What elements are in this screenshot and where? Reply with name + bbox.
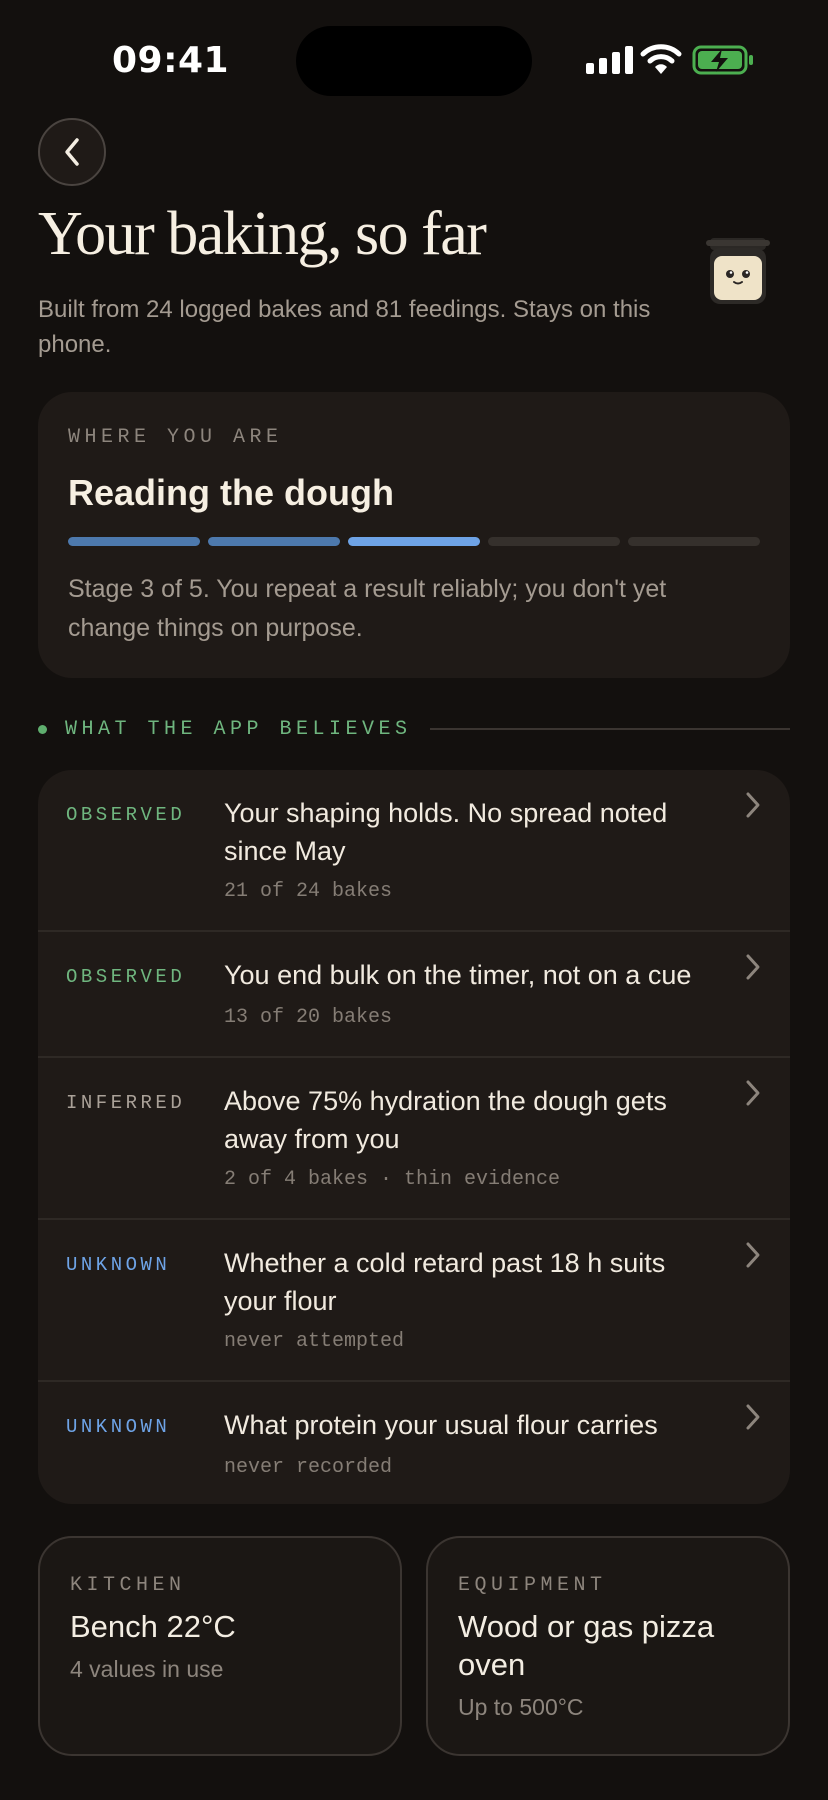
stage-progress-segment bbox=[488, 537, 620, 546]
stage-description: Stage 3 of 5. You repeat a result reliab… bbox=[68, 575, 667, 642]
chevron-right-icon bbox=[746, 1404, 760, 1430]
belief-claim: You end bulk on the timer, not on a cue bbox=[224, 960, 692, 990]
belief-row[interactable]: UNKNOWN Whether a cold retard past 18 h … bbox=[38, 1218, 790, 1380]
kitchen-eyebrow: KITCHEN bbox=[70, 1574, 186, 1597]
belief-tag: UNKNOWN bbox=[66, 1416, 171, 1438]
chevron-right-icon bbox=[746, 792, 760, 818]
chevron-right-icon bbox=[746, 1242, 760, 1268]
belief-claim: Above 75% hydration the dough gets away … bbox=[224, 1086, 667, 1154]
stage-eyebrow: WHERE YOU ARE bbox=[68, 426, 283, 449]
kitchen-note: 4 values in use bbox=[70, 1656, 224, 1682]
stage-card: WHERE YOU ARE Reading the dough Stage 3 … bbox=[38, 392, 790, 678]
chevron-left-icon bbox=[65, 138, 79, 166]
chevron-right-icon bbox=[746, 1080, 760, 1106]
status-time: 09:41 bbox=[112, 40, 230, 81]
equipment-value: Wood or gas pizza oven bbox=[458, 1609, 715, 1682]
starter-jar-icon bbox=[706, 238, 770, 304]
kitchen-value: Bench 22°C bbox=[70, 1609, 236, 1644]
belief-evidence: never attempted bbox=[224, 1330, 405, 1353]
battery-charging-icon bbox=[692, 45, 753, 75]
belief-tag: OBSERVED bbox=[66, 804, 186, 826]
belief-row[interactable]: OBSERVED Your shaping holds. No spread n… bbox=[38, 770, 790, 930]
belief-row[interactable]: OBSERVED You end bulk on the timer, not … bbox=[38, 930, 790, 1056]
wifi-icon bbox=[640, 44, 682, 74]
belief-tag: UNKNOWN bbox=[66, 1254, 171, 1276]
stage-progress-segment bbox=[628, 537, 760, 546]
belief-evidence: never recorded bbox=[224, 1456, 393, 1479]
kitchen-card[interactable]: KITCHEN Bench 22°C 4 values in use bbox=[38, 1536, 402, 1756]
belief-evidence: 21 of 24 bakes bbox=[224, 880, 393, 903]
stage-name: Reading the dough bbox=[68, 472, 394, 513]
chevron-right-icon bbox=[746, 954, 760, 980]
beliefs-list: OBSERVED Your shaping holds. No spread n… bbox=[38, 770, 790, 1504]
belief-row[interactable]: UNKNOWN What protein your usual flour ca… bbox=[38, 1380, 790, 1504]
belief-claim: Whether a cold retard past 18 h suits yo… bbox=[224, 1248, 666, 1316]
status-dot-icon bbox=[38, 724, 47, 734]
beliefs-section-header: WHAT THE APP BELIEVES bbox=[38, 712, 790, 746]
belief-claim: Your shaping holds. No spread noted sinc… bbox=[224, 798, 668, 866]
page-title: Your baking, so far bbox=[38, 200, 487, 268]
back-button[interactable] bbox=[38, 118, 106, 186]
stage-progress bbox=[68, 537, 760, 547]
belief-tag: INFERRED bbox=[66, 1092, 186, 1114]
belief-claim: What protein your usual flour carries bbox=[224, 1410, 658, 1440]
stage-progress-segment bbox=[68, 537, 200, 546]
belief-tag: OBSERVED bbox=[66, 966, 186, 988]
equipment-card[interactable]: EQUIPMENT Wood or gas pizza oven Up to 5… bbox=[426, 1536, 790, 1756]
stage-progress-segment bbox=[208, 537, 340, 546]
equipment-eyebrow: EQUIPMENT bbox=[458, 1574, 607, 1597]
dynamic-island bbox=[296, 26, 532, 96]
status-bar: 09:41 bbox=[0, 0, 828, 110]
equipment-note: Up to 500°C bbox=[458, 1694, 584, 1720]
belief-evidence: 2 of 4 bakes · thin evidence bbox=[224, 1168, 561, 1191]
beliefs-section-label: WHAT THE APP BELIEVES bbox=[65, 717, 412, 741]
belief-row[interactable]: INFERRED Above 75% hydration the dough g… bbox=[38, 1056, 790, 1218]
stage-progress-segment bbox=[348, 537, 480, 546]
page-subtitle: Built from 24 logged bakes and 81 feedin… bbox=[38, 296, 651, 358]
divider bbox=[429, 728, 790, 730]
signal-icon bbox=[586, 46, 633, 74]
belief-evidence: 13 of 20 bakes bbox=[224, 1006, 393, 1029]
